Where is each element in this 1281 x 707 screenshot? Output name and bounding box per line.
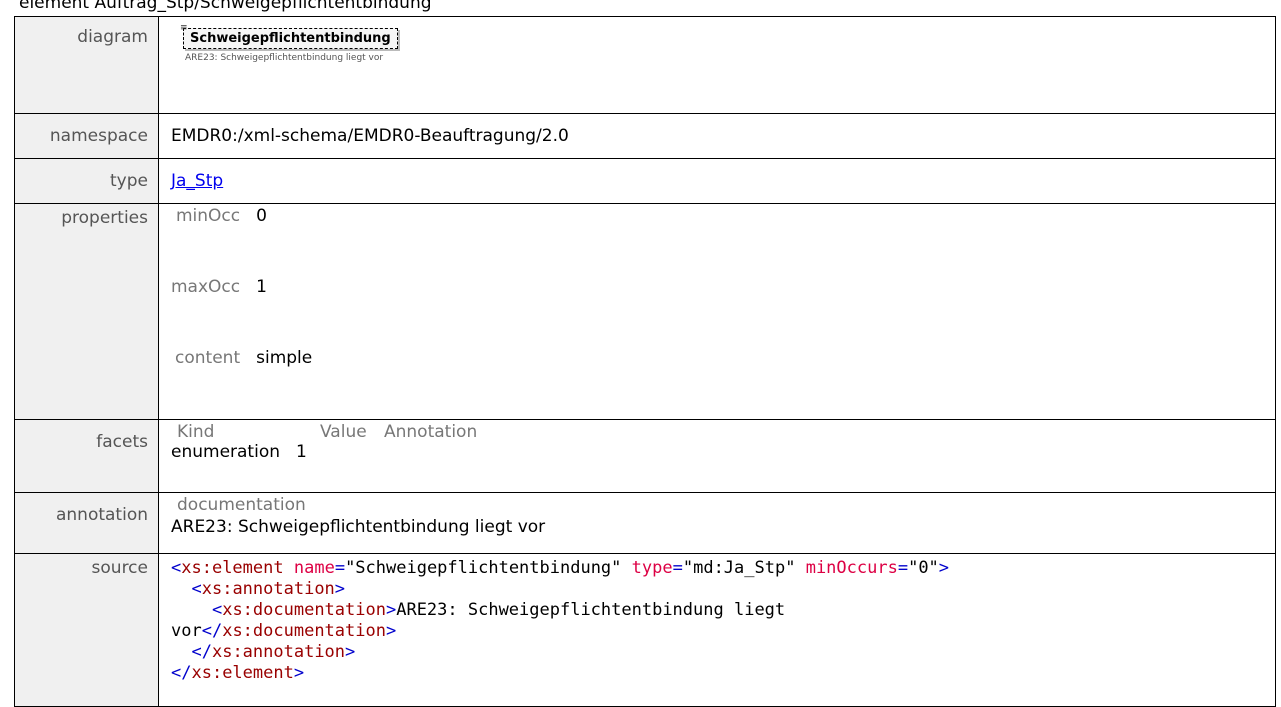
annotation-header: documentation bbox=[177, 495, 306, 515]
diagram-cell: ≡ Schweigepflichtentbindung ARE23: Schwe… bbox=[158, 16, 1276, 114]
src-attr-value: "Schweigepflichtentbindung" bbox=[345, 558, 622, 578]
source-cell: <xs:element name="Schweigepflichtentbind… bbox=[158, 553, 1276, 707]
label-diagram: diagram bbox=[14, 16, 159, 114]
property-value: 0 bbox=[256, 206, 267, 226]
element-marker-icon: ≡ bbox=[180, 23, 188, 33]
src-text: vor bbox=[171, 621, 202, 641]
facet-annotation bbox=[460, 442, 553, 492]
source-code: <xs:element name="Schweigepflichtentbind… bbox=[171, 558, 950, 683]
property-value: 1 bbox=[256, 277, 267, 297]
annotation-text: ARE23: Schweigepflichtentbindung liegt v… bbox=[171, 517, 546, 537]
row-namespace: namespace EMDR0:/xml-schema/EMDR0-Beauft… bbox=[14, 113, 1276, 159]
label-annotation: annotation bbox=[14, 492, 159, 554]
diagram-doc-text: ARE23: Schweigepflichtentbindung liegt v… bbox=[185, 53, 384, 63]
label-properties: properties bbox=[14, 203, 159, 420]
facets-header-kind: Kind bbox=[177, 422, 215, 442]
src-attr: type bbox=[631, 558, 673, 578]
facets-header-annotation: Annotation bbox=[384, 422, 478, 442]
label-source: source bbox=[14, 553, 159, 707]
src-attr-value: "md:Ja_Stp" bbox=[682, 558, 796, 578]
src-tag: xs:element bbox=[181, 558, 284, 578]
property-key: maxOcc bbox=[171, 277, 241, 297]
src-attr: name bbox=[293, 558, 335, 578]
property-key: content bbox=[175, 348, 241, 368]
src-tag: xs:annotation bbox=[201, 579, 335, 599]
property-key: minOcc bbox=[175, 206, 241, 226]
row-facets: facets Kind Value Annotation enumeration… bbox=[14, 419, 1276, 493]
src-tag: xs:annotation bbox=[211, 642, 346, 662]
type-cell: Ja_Stp bbox=[158, 158, 1276, 204]
src-tag: xs:element bbox=[191, 663, 294, 683]
row-type: type Ja_Stp bbox=[14, 158, 1276, 204]
row-annotation: annotation documentation ARE23: Schweige… bbox=[14, 492, 1276, 554]
property-value: simple bbox=[256, 348, 313, 368]
namespace-value: EMDR0:/xml-schema/EMDR0-Beauftragung/2.0 bbox=[158, 113, 1276, 159]
property-row: minOcc 0 bbox=[171, 206, 312, 277]
facet-value: 1 bbox=[296, 442, 307, 462]
properties-cell: minOcc 0 maxOcc 1 content simple bbox=[158, 203, 1276, 420]
row-source: source <xs:element name="Schweigepflicht… bbox=[14, 553, 1276, 707]
src-tag: xs:documentation bbox=[222, 621, 386, 641]
type-link[interactable]: Ja_Stp bbox=[171, 171, 223, 191]
src-attr-value: "0" bbox=[908, 558, 939, 578]
element-doc-table: diagram ≡ Schweigepflichtentbindung ARE2… bbox=[14, 16, 1276, 707]
label-namespace: namespace bbox=[14, 113, 159, 159]
facet-kind: enumeration bbox=[171, 442, 280, 462]
property-row: maxOcc 1 bbox=[171, 277, 312, 348]
src-text: ARE23: Schweigepflichtentbindung liegt bbox=[396, 600, 786, 620]
properties-table: minOcc 0 maxOcc 1 content simple bbox=[171, 206, 312, 419]
property-row: content simple bbox=[171, 348, 312, 419]
row-diagram: diagram ≡ Schweigepflichtentbindung ARE2… bbox=[14, 16, 1276, 114]
label-facets: facets bbox=[14, 419, 159, 493]
annotation-cell: documentation ARE23: Schweigepflichtentb… bbox=[158, 492, 1276, 554]
facet-row: enumeration 1 bbox=[171, 442, 553, 492]
row-properties: properties minOcc 0 maxOcc 1 content sim… bbox=[14, 203, 1276, 420]
src-attr: minOccurs bbox=[805, 558, 898, 578]
facets-table: Kind Value Annotation enumeration 1 bbox=[171, 422, 553, 492]
facets-cell: Kind Value Annotation enumeration 1 bbox=[158, 419, 1276, 493]
page-title: element Auftrag_Stp/Schweigepflichtentbi… bbox=[19, 0, 432, 13]
diagram-element-name: Schweigepflichtentbindung bbox=[190, 31, 391, 46]
label-type: type bbox=[14, 158, 159, 204]
src-tag: xs:documentation bbox=[222, 600, 386, 620]
element-diagram-box[interactable]: ≡ Schweigepflichtentbindung bbox=[180, 23, 398, 49]
